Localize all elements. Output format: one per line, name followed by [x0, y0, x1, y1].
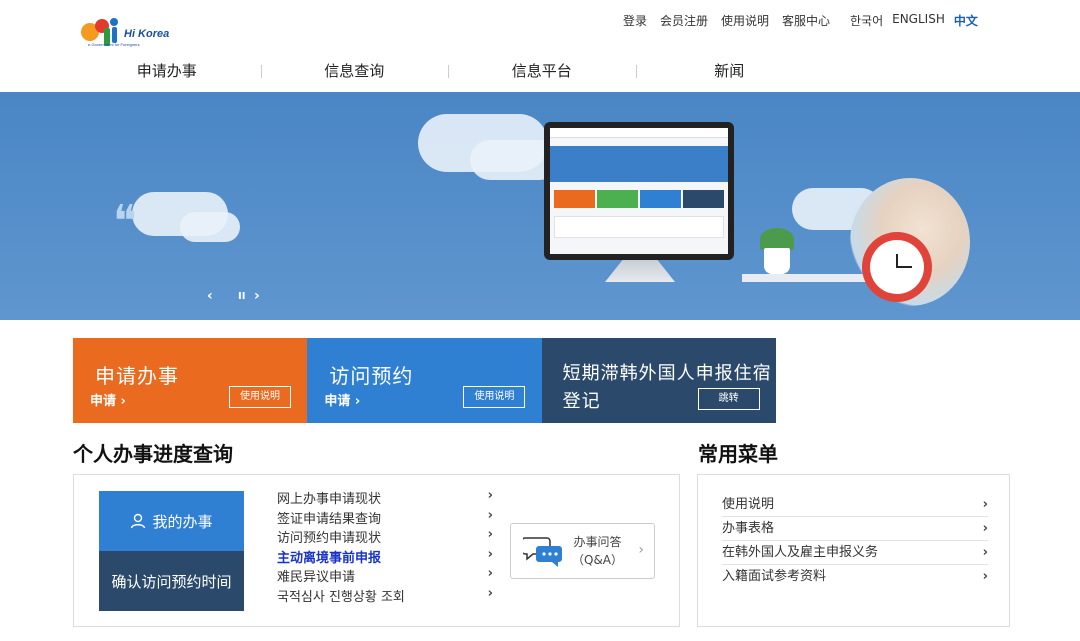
nav-info-query[interactable]: 信息查询 [260, 60, 449, 84]
confirm-visit-time-button[interactable]: 确认访问预约时间 [99, 551, 244, 611]
cloud-decoration [180, 212, 240, 242]
quote-mark-icon: ❝ [113, 196, 137, 247]
common-menu-title: 常用菜单 [698, 442, 778, 466]
monitor-screen [550, 128, 728, 254]
progress-link-label: 签证申请结果查询 [277, 511, 382, 527]
nav-apply[interactable]: 申请办事 [73, 60, 261, 84]
chevron-right-icon: › [982, 569, 988, 584]
progress-link-label: 主动离境事前申报 [277, 550, 382, 566]
chevron-right-icon: › [487, 566, 493, 582]
chevron-right-icon: › [982, 521, 988, 536]
tile-visit-guide-button[interactable]: 使用说明 [463, 386, 526, 408]
progress-link-highlighted[interactable]: 主动离境事前申报 › [277, 547, 493, 567]
tile-visit-link[interactable]: 申请 › [324, 390, 360, 409]
qa-line1: 办事问答 [573, 535, 622, 549]
language-switcher: 한국어 ENGLISH 中文 [850, 12, 987, 29]
tile-visit-reservation[interactable]: 访问预约 申请 › 使用说明 [307, 338, 542, 423]
my-affairs-label: 我的办事 [152, 512, 213, 531]
plant-pot [764, 248, 790, 274]
guide-link[interactable]: 使用说明 [721, 12, 769, 29]
banner-next-button[interactable]: › [254, 288, 260, 304]
main-nav: 申请办事 信息查询 信息平台 新闻 [73, 60, 823, 84]
monitor-illustration [544, 122, 734, 260]
menu-item-label: 在韩外国人及雇主申报义务 [722, 545, 879, 560]
tile-accommodation-report[interactable]: 短期滞韩外国人申报住宿登记 跳转 [541, 338, 776, 423]
progress-link-list: 网上办事申请现状 › 签证申请结果查询 › 访问预约申请现状 › 主动离境事前申报 › … [277, 488, 493, 606]
chat-bubble-icon [523, 537, 562, 567]
lang-korean[interactable]: 한국어 [850, 12, 883, 29]
nav-info-platform[interactable]: 信息平台 [448, 60, 636, 84]
confirm-visit-label: 确认访问预约时间 [111, 572, 232, 591]
chevron-right-icon: › [487, 546, 493, 562]
qa-button[interactable]: 办事问答 （Q&A） › [510, 523, 655, 579]
menu-item[interactable]: 办事表格 › [722, 517, 988, 541]
progress-link[interactable]: 难民异议申请 › [277, 566, 493, 586]
logo-tagline: e-Government for Foreigners [88, 42, 140, 47]
lang-chinese[interactable]: 中文 [954, 12, 978, 29]
quick-service-tiles: 申请办事 申请 › 使用说明 访问预约 申请 › 使用说明 短期滞韩外国人申报住… [73, 338, 776, 423]
qa-line2: （Q&A） [572, 553, 624, 567]
register-link[interactable]: 会员注册 [660, 12, 708, 29]
common-menu-panel: 使用说明 › 办事表格 › 在韩外国人及雇主申报义务 › 入籍面试参考资料 › [697, 474, 1010, 627]
utility-links: 登录 会员注册 使用说明 客服中心 [623, 12, 843, 29]
menu-item-label: 使用说明 [722, 497, 775, 512]
progress-link[interactable]: 签证申请结果查询 › [277, 508, 493, 528]
chevron-right-icon: › [487, 507, 493, 523]
progress-link[interactable]: 访问预约申请现状 › [277, 527, 493, 547]
progress-link-label: 网上办事申请现状 [277, 492, 382, 507]
common-menu-list: 使用说明 › 办事表格 › 在韩外国人及雇主申报义务 › 入籍面试参考资料 › [722, 493, 988, 589]
menu-item-label: 办事表格 [722, 521, 775, 536]
lang-english[interactable]: ENGLISH [892, 12, 945, 29]
menu-item-label: 入籍面试参考资料 [722, 569, 827, 584]
plant-icon [760, 228, 794, 250]
user-icon [131, 513, 146, 529]
progress-link[interactable]: 网上办事申请现状 › [277, 488, 493, 508]
progress-link-label: 难民异议申请 [277, 570, 356, 586]
login-link[interactable]: 登录 [623, 12, 647, 29]
hero-banner[interactable]: ❝ ‹ II › [0, 92, 1080, 320]
banner-prev-button[interactable]: ‹ [207, 288, 213, 304]
progress-link-label: 访问预约申请现状 [277, 531, 382, 547]
customer-center-link[interactable]: 客服中心 [782, 12, 830, 29]
progress-link-label: 국적심사 진행상황 조회 [277, 589, 405, 605]
menu-item[interactable]: 入籍面试参考资料 › [722, 565, 988, 589]
my-affairs-box: 我的办事 确认访问预约时间 [99, 491, 244, 611]
chevron-right-icon: › [982, 545, 988, 560]
banner-pause-button[interactable]: II [238, 291, 245, 302]
tile-apply-title: 申请办事 [95, 364, 179, 388]
chevron-right-icon: › [982, 497, 988, 512]
tile-apply-guide-button[interactable]: 使用说明 [229, 386, 291, 408]
tile-apply-link[interactable]: 申请 › [90, 390, 126, 409]
chevron-right-icon: › [487, 585, 493, 601]
chevron-right-icon: › [487, 527, 493, 543]
tile-apply[interactable]: 申请办事 申请 › 使用说明 [73, 338, 308, 423]
tile-accommodation-go-button[interactable]: 跳转 [697, 388, 760, 410]
tile-visit-title: 访问预约 [329, 364, 414, 388]
site-header: Hi Korea e-Government for Foreigners 登录 … [0, 0, 1080, 92]
chevron-right-icon: › [638, 542, 644, 558]
my-affairs-button[interactable]: 我的办事 [99, 491, 244, 551]
progress-link[interactable]: 국적심사 진행상황 조회 › [277, 586, 493, 606]
logo-text: Hi Korea [124, 28, 170, 40]
monitor-stand [605, 260, 675, 282]
chevron-right-icon: › [487, 488, 493, 503]
menu-item[interactable]: 使用说明 › [722, 493, 988, 517]
nav-news[interactable]: 新闻 [635, 60, 824, 84]
menu-item[interactable]: 在韩外国人及雇主申报义务 › [722, 541, 988, 565]
progress-section-title: 个人办事进度查询 [73, 442, 233, 466]
hikorea-logo[interactable]: Hi Korea e-Government for Foreigners [80, 14, 180, 50]
qa-text: 办事问答 （Q&A） [572, 533, 623, 569]
progress-panel: 我的办事 确认访问预约时间 网上办事申请现状 › 签证申请结果查询 › 访问预约申请… [73, 474, 680, 627]
alarm-clock-icon [862, 232, 932, 302]
